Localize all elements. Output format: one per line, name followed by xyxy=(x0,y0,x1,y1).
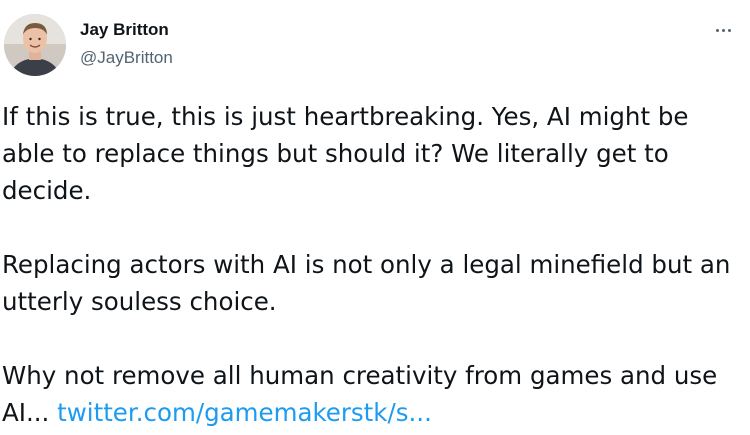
avatar[interactable] xyxy=(4,14,66,76)
tweet-card: Jay Britton @JayBritton If this is true,… xyxy=(0,0,750,435)
more-dot xyxy=(721,28,725,32)
author-display-name[interactable]: Jay Britton xyxy=(80,20,169,40)
more-dot xyxy=(727,28,731,32)
more-options-button[interactable] xyxy=(708,18,738,42)
tweet-paragraph-last: Why not remove all human creativity from… xyxy=(2,357,744,431)
tweet-paragraph: Replacing actors with AI is not only a l… xyxy=(2,250,731,316)
tweet-text: If this is true, this is just heartbreak… xyxy=(2,98,744,431)
tweet-paragraph: If this is true, this is just heartbreak… xyxy=(2,102,689,205)
author-handle[interactable]: @JayBritton xyxy=(80,48,173,68)
avatar-photo-icon xyxy=(4,14,66,76)
tweet-link[interactable]: twitter.com/gamemakerstk/s... xyxy=(57,398,432,427)
more-horizontal-icon xyxy=(715,28,719,32)
